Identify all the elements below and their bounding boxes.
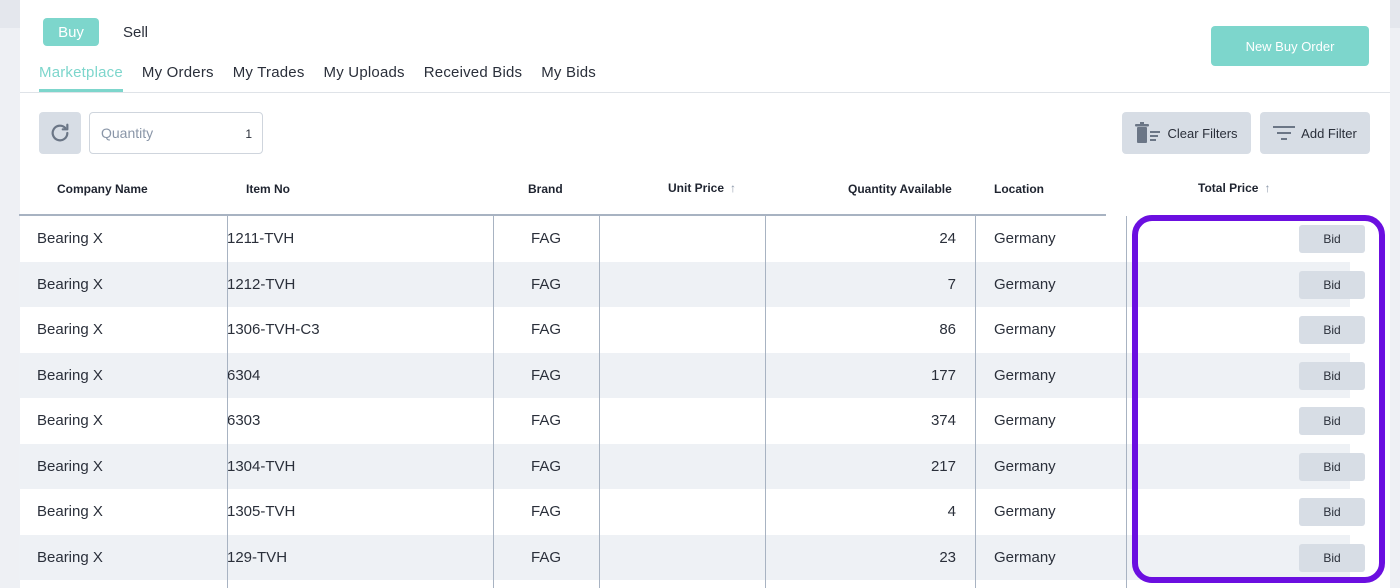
cell-brand: FAG [530, 503, 561, 520]
cell-company: Bearing X [37, 366, 103, 384]
tab-received-bids[interactable]: Received Bids [424, 64, 522, 92]
cell-brand: FAG [530, 230, 561, 247]
tab-my-orders[interactable]: My Orders [142, 64, 214, 92]
tab-my-uploads[interactable]: My Uploads [324, 64, 405, 92]
cell-company: Bearing X [37, 457, 103, 475]
cell-quantity: 86 [939, 321, 956, 338]
cell-brand: FAG [530, 275, 561, 293]
cell-item-no: 1211-TVH [227, 230, 295, 247]
buy-sell-toggle: Buy Sell [43, 18, 148, 46]
cell-location: Germany [994, 412, 1056, 429]
clear-filters-button[interactable]: Clear Filters [1122, 112, 1251, 154]
tab-divider [20, 92, 1390, 93]
unit-price-label: Unit Price [668, 181, 725, 195]
cell-item-no: 6303 [227, 412, 261, 429]
cell-quantity: 24 [939, 230, 956, 247]
sort-asc-icon: ↑ [730, 181, 737, 195]
tab-marketplace[interactable]: Marketplace [39, 64, 123, 92]
col-header-quantity[interactable]: Quantity Available [848, 182, 952, 196]
cell-quantity: 217 [930, 457, 956, 475]
cell-quantity: 177 [930, 366, 956, 384]
tab-bar: Marketplace My Orders My Trades My Uploa… [39, 64, 615, 92]
cell-location: Germany [994, 321, 1056, 338]
cell-location: Germany [994, 275, 1056, 293]
col-header-unit-price[interactable]: Unit Price ↑ [668, 181, 736, 195]
cell-item-no: 129-TVH [227, 548, 288, 566]
add-filter-button[interactable]: Add Filter [1260, 112, 1370, 154]
cell-location: Germany [994, 230, 1056, 247]
tab-my-bids[interactable]: My Bids [541, 64, 596, 92]
col-header-company[interactable]: Company Name [57, 182, 148, 196]
cell-item-no: 1305-TVH [227, 503, 296, 520]
cell-brand: FAG [530, 412, 561, 429]
filter-icon [1273, 126, 1296, 140]
cell-quantity: 4 [947, 503, 956, 520]
cell-brand: FAG [530, 548, 561, 566]
refresh-button[interactable] [39, 112, 81, 154]
cell-quantity: 23 [939, 548, 956, 566]
cell-company: Bearing X [37, 548, 103, 566]
column-divider [975, 216, 976, 588]
cell-brand: FAG [530, 321, 561, 338]
cell-item-no: 1306-TVH-C3 [227, 321, 320, 338]
cell-location: Germany [994, 548, 1056, 566]
cell-item-no: 1304-TVH [227, 457, 296, 475]
quantity-label: Quantity [101, 125, 154, 141]
cell-item-no: 6304 [227, 366, 261, 384]
cell-location: Germany [994, 457, 1056, 475]
col-header-item[interactable]: Item No [246, 182, 290, 196]
quantity-value: 1 [245, 127, 252, 141]
sort-asc-icon: ↑ [1264, 181, 1271, 195]
column-divider [765, 216, 766, 588]
cell-company: Bearing X [37, 230, 103, 247]
cell-company: Bearing X [37, 412, 103, 429]
buy-button[interactable]: Buy [43, 18, 99, 46]
cell-location: Germany [994, 366, 1056, 384]
column-divider [1126, 216, 1127, 588]
cell-location: Germany [994, 503, 1056, 520]
cell-item-no: 1212-TVH [227, 275, 296, 293]
new-buy-order-button[interactable]: New Buy Order [1211, 26, 1369, 66]
quantity-input[interactable]: Quantity 1 [89, 112, 263, 154]
trash-filter-icon [1135, 122, 1161, 143]
cell-company: Bearing X [37, 503, 103, 520]
clear-filters-label: Clear Filters [1167, 125, 1238, 141]
cell-company: Bearing X [37, 321, 103, 338]
sell-button[interactable]: Sell [123, 24, 148, 41]
refresh-icon [51, 123, 69, 142]
column-divider [227, 216, 228, 588]
tab-my-trades[interactable]: My Trades [233, 64, 305, 92]
column-divider [599, 216, 600, 588]
cell-quantity: 7 [947, 275, 956, 293]
col-header-brand[interactable]: Brand [528, 182, 563, 196]
cell-brand: FAG [530, 366, 561, 384]
col-header-location[interactable]: Location [994, 182, 1044, 196]
cell-quantity: 374 [930, 412, 956, 429]
col-header-total-price[interactable]: Total Price ↑ [1198, 181, 1270, 195]
bid-column-highlight [1132, 215, 1385, 583]
cell-company: Bearing X [37, 275, 103, 293]
total-price-label: Total Price [1198, 181, 1259, 195]
cell-brand: FAG [530, 457, 561, 475]
column-divider [493, 216, 494, 588]
add-filter-label: Add Filter [1301, 125, 1357, 141]
